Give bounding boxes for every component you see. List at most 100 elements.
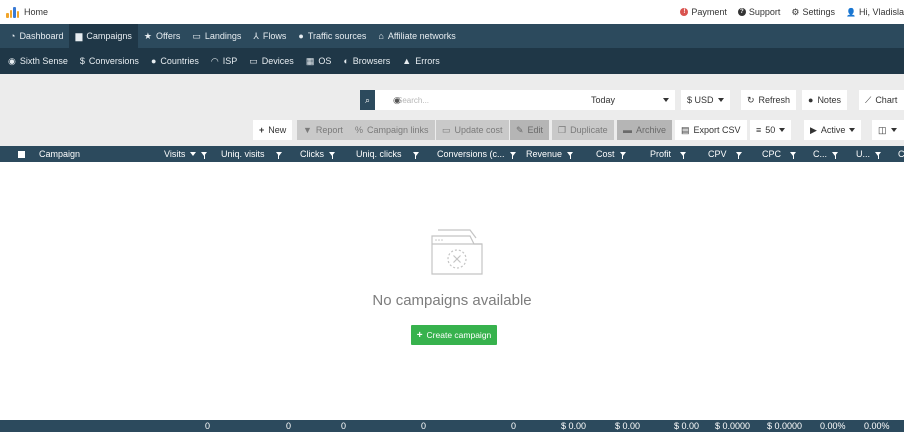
column-cpv[interactable]: CPV [708, 146, 742, 162]
search-input[interactable] [375, 90, 585, 110]
home-link[interactable]: Home [0, 6, 48, 18]
column-uniq-visits-label: Uniq. visits [221, 149, 265, 159]
chevron-down-icon [663, 98, 669, 102]
sitemap-icon: ⅄ [253, 30, 259, 41]
nav-isp[interactable]: ◠ ISP [205, 48, 243, 74]
update-cost-label: Update cost [454, 125, 503, 135]
select-all-checkbox[interactable] [18, 146, 25, 162]
nav-browsers-label: Browsers [352, 56, 391, 66]
chevron-down-icon [717, 98, 724, 102]
column-cost[interactable]: Cost [596, 146, 626, 162]
campaign-links-label: Campaign links [367, 125, 429, 135]
notes-label: Notes [817, 95, 841, 105]
empty-message: No campaigns available [372, 292, 532, 309]
chart-button[interactable]: ⟋ Chart [859, 90, 904, 110]
support-link[interactable]: ? Support [737, 7, 780, 17]
filter-icon[interactable] [567, 152, 574, 159]
column-profit[interactable]: Profit [650, 146, 687, 162]
filter-icon: ▼ [303, 125, 312, 135]
columns-select[interactable]: ◫ [872, 120, 904, 140]
column-cpc[interactable]: CPC [762, 146, 797, 162]
archive-button[interactable]: ▬ Archive [617, 120, 673, 140]
dashboard-icon: ◔ [10, 31, 16, 41]
total-conversions: 0 [511, 421, 517, 431]
duplicate-label: Duplicate [570, 125, 608, 135]
filter-icon[interactable] [329, 152, 335, 159]
payment-label: Payment [691, 7, 727, 17]
date-range-select[interactable]: Today [585, 90, 675, 110]
page-size-value: 50 [765, 125, 776, 135]
create-campaign-button[interactable]: + Create campaign [411, 325, 497, 345]
list-icon: ≡ [756, 125, 762, 135]
column-c-truncated[interactable]: C... [813, 146, 839, 162]
nav-errors[interactable]: ▲ Errors [396, 48, 445, 74]
column-uniq-clicks[interactable]: Uniq. clicks [356, 146, 419, 162]
filter-icon[interactable] [680, 152, 687, 159]
pencil-icon: ✎ [516, 124, 524, 135]
settings-link[interactable]: ⚙ Settings [791, 7, 835, 18]
nav-campaigns[interactable]: ▆ Campaigns [69, 24, 138, 48]
column-revenue[interactable]: Revenue [526, 146, 574, 162]
nav-sixth-sense[interactable]: ◉ Sixth Sense [2, 48, 74, 74]
nav-devices[interactable]: ▭ Devices [243, 48, 300, 74]
windows-icon: ▦ [305, 55, 315, 66]
nav-affiliate-networks[interactable]: ⌂ Affiliate networks [372, 24, 461, 48]
refresh-button[interactable]: ↻ Refresh [741, 90, 797, 110]
filter-icon[interactable] [832, 152, 839, 159]
play-icon: ▶ [810, 124, 817, 135]
edit-button[interactable]: ✎ Edit [510, 120, 550, 140]
column-campaign[interactable]: Campaign [39, 146, 80, 162]
nav-os[interactable]: ▦ OS [300, 48, 338, 74]
filter-icon[interactable] [275, 152, 282, 159]
nav-flows[interactable]: ⅄ Flows [247, 24, 292, 48]
search-button[interactable]: ⌕ [360, 90, 375, 110]
nav-dashboard[interactable]: ◔ Dashboard [4, 24, 69, 48]
filter-icon[interactable] [412, 152, 419, 159]
column-uniq-visits[interactable]: Uniq. visits [221, 146, 282, 162]
columns-icon: ◫ [878, 124, 887, 135]
column-conversions[interactable]: Conversions (c... [437, 146, 516, 162]
nav-landings-label: Landings [204, 31, 242, 41]
campaign-links-button[interactable]: % Campaign links [349, 120, 435, 140]
chevron-down-icon [890, 128, 897, 132]
filter-icon[interactable] [875, 152, 882, 159]
nav-traffic-sources[interactable]: ● Traffic sources [292, 24, 372, 48]
user-menu[interactable]: 👤 Hi, Vladisla [846, 7, 904, 17]
export-csv-button[interactable]: ▤ Export CSV [675, 120, 747, 140]
chevron-down-icon [849, 128, 856, 132]
page-size-select[interactable]: ≡ 50 [750, 120, 792, 140]
column-visits[interactable]: Visits [164, 146, 208, 162]
nav-countries[interactable]: ● Countries [145, 48, 205, 74]
column-u-truncated[interactable]: U... [856, 146, 882, 162]
status-filter-select[interactable]: ▶ Active [804, 120, 862, 140]
payment-link[interactable]: ! Payment [680, 7, 727, 17]
column-c-partial[interactable]: C [898, 146, 904, 162]
column-clicks[interactable]: Clicks [300, 146, 335, 162]
warning-icon: ▲ [402, 56, 412, 66]
chart-label: Chart [875, 95, 898, 105]
filter-icon[interactable] [619, 152, 626, 159]
nav-landings[interactable]: ▭ Landings [186, 24, 247, 48]
filter-icon[interactable] [509, 152, 516, 159]
report-button[interactable]: ▼ Report [297, 120, 349, 140]
total-cpc: $ 0.0000 [767, 421, 803, 431]
export-csv-label: Export CSV [693, 125, 741, 135]
nav-os-label: OS [318, 56, 332, 66]
duplicate-button[interactable]: ❐ Duplicate [552, 120, 614, 140]
nav-conversions[interactable]: $ Conversions [74, 48, 145, 74]
column-clicks-label: Clicks [300, 149, 324, 159]
nav-browsers[interactable]: ◐ Browsers [337, 48, 396, 74]
new-button[interactable]: + New [253, 120, 293, 140]
toolbar-area: ⌕ ◉ Today $ USD ↻ Refresh ● Notes ⟋ Char… [0, 74, 904, 146]
total-u-truncated: 0.00% [864, 421, 890, 431]
update-cost-button[interactable]: ▭ Update cost [436, 120, 509, 140]
filter-icon[interactable] [735, 152, 742, 159]
filter-icon[interactable] [201, 152, 208, 159]
nav-campaigns-label: Campaigns [86, 31, 132, 41]
notes-button[interactable]: ● Notes [802, 90, 847, 110]
nav-offers[interactable]: ★ Offers [138, 24, 186, 48]
currency-select[interactable]: $ USD [681, 90, 730, 110]
table-totals: 0 0 0 0 0 $ 0.00 $ 0.00 $ 0.00 $ 0.0000 … [0, 420, 904, 432]
edit-label: Edit [527, 125, 544, 135]
filter-icon[interactable] [790, 152, 797, 159]
